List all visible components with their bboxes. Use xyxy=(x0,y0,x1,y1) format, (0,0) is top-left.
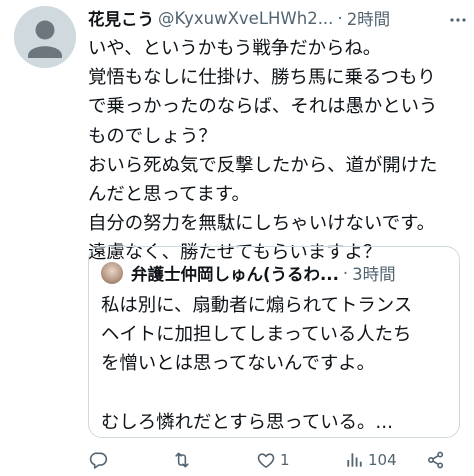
author-handle[interactable]: @KyxuwXveLHWh2... xyxy=(158,9,333,28)
reply-icon xyxy=(89,452,108,469)
tweet[interactable]: 花見こう @KyxuwXveLHWh2... · 2時間 いや、というかもう戦争… xyxy=(0,0,474,476)
quote-line: ヘイトに加担してしまっている人たち xyxy=(101,324,412,346)
tweet-content: 花見こう @KyxuwXveLHWh2... · 2時間 いや、というかもう戦争… xyxy=(88,0,466,268)
quote-line: 私は別に、扇動者に煽られてトランス xyxy=(101,295,413,316)
quote-header: 弁護士仲岡しゅん(うるわ... · 3時間 xyxy=(101,261,396,285)
quote-author-avatar xyxy=(101,262,123,284)
views-icon xyxy=(347,453,362,467)
tweet-text: いや、というかもう戦争だからね。 覚悟もなしに仕掛け、勝ち馬に乗るつもり で乗っ… xyxy=(88,34,462,268)
tweet-time[interactable]: 2時間 xyxy=(347,6,391,30)
quoted-tweet[interactable]: 弁護士仲岡しゅん(うるわ... · 3時間 私は別に、扇動者に煽られてトランス … xyxy=(88,246,460,438)
tweet-line: おいら死ぬ気で反撃したから、道が開けた xyxy=(88,154,438,176)
tweet-line: 自分の努力を無駄にしちゃいけないです。 xyxy=(88,213,436,235)
retweet-icon xyxy=(175,452,189,468)
separator-dot: · xyxy=(337,8,343,28)
quote-line xyxy=(101,379,412,408)
action-bar: 1 104 xyxy=(88,446,460,474)
quote-text: 私は別に、扇動者に煽られてトランス ヘイトに加担してしまっている人たち を憎いと… xyxy=(101,291,412,437)
reply-button[interactable] xyxy=(88,450,112,470)
views-count: 104 xyxy=(368,451,397,469)
like-count: 1 xyxy=(280,451,290,469)
quote-line: を憎いとは思ってないんですよ。 xyxy=(101,353,376,375)
tweet-line: んだと思ってます。 xyxy=(88,183,250,205)
author-name[interactable]: 花見こう xyxy=(88,6,154,30)
tweet-line: ものでしょう？ xyxy=(88,125,217,147)
share-icon xyxy=(428,451,444,469)
quote-author-name: 弁護士仲岡しゅん(うるわ... xyxy=(131,265,339,284)
like-icon xyxy=(257,453,275,468)
tweet-header: 花見こう @KyxuwXveLHWh2... · 2時間 xyxy=(88,2,462,34)
quote-line: むしろ憐れだとすら思っている。... xyxy=(101,411,393,433)
quote-separator-dot: · xyxy=(342,263,349,283)
share-button[interactable] xyxy=(426,450,446,470)
tweet-line: で乗っかったのならば、それは愚かという xyxy=(88,96,438,118)
tweet-line: いや、というかもう戦争だからね。 xyxy=(88,38,382,59)
default-avatar-icon xyxy=(14,6,76,68)
tweet-line: 覚悟もなしに仕掛け、勝ち馬に乗るつもり xyxy=(88,67,436,89)
views-button[interactable]: 104 xyxy=(344,450,397,470)
quote-time: 3時間 xyxy=(352,265,396,284)
retweet-button[interactable] xyxy=(172,450,196,470)
like-button[interactable]: 1 xyxy=(256,450,290,470)
more-icon[interactable] xyxy=(448,10,468,30)
author-avatar[interactable] xyxy=(14,6,76,68)
